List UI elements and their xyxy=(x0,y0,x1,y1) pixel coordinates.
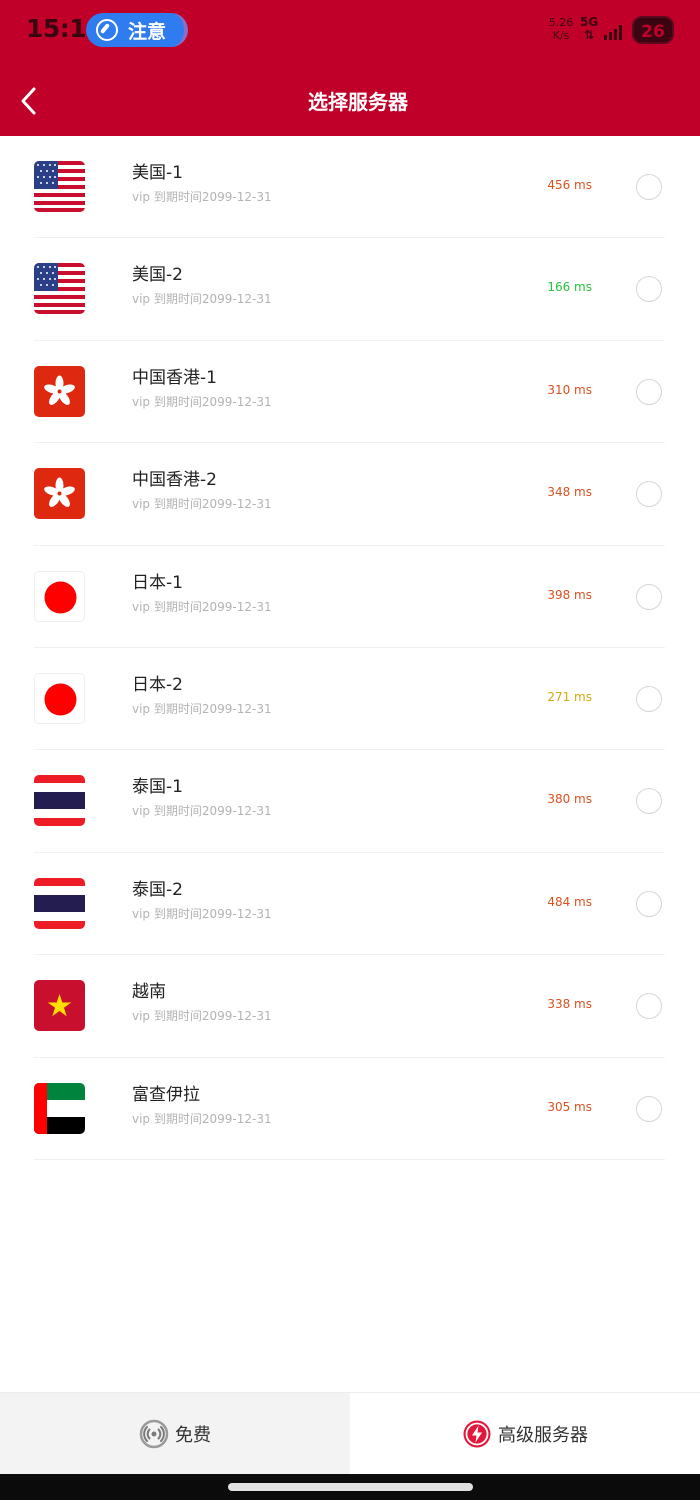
server-name: 富查伊拉 xyxy=(132,1084,200,1105)
hk-flag-icon xyxy=(34,365,85,417)
home-indicator[interactable] xyxy=(228,1483,473,1491)
select-radio[interactable] xyxy=(636,174,662,200)
page-title: 选择服务器 xyxy=(308,90,408,114)
server-row-th-1[interactable]: 泰国-1 vip 到期时间2099-12-31 380 ms xyxy=(0,750,700,853)
tab-premium[interactable]: 高级服务器 xyxy=(350,1393,700,1474)
net-speed-unit: K/s xyxy=(552,29,570,42)
th-flag-icon xyxy=(34,775,85,827)
compass-icon xyxy=(96,19,118,41)
server-expiry: vip 到期时间2099-12-31 xyxy=(132,394,272,409)
us-flag-icon xyxy=(34,161,85,212)
select-radio[interactable] xyxy=(636,788,662,815)
latency-value: 338 ms xyxy=(547,997,592,1012)
server-name: 中国香港-1 xyxy=(132,367,217,388)
battery-icon: 26 xyxy=(632,16,674,44)
jp-flag-icon xyxy=(34,672,85,724)
ae-flag-icon xyxy=(34,1082,85,1134)
select-radio[interactable] xyxy=(636,276,662,303)
latency-value: 310 ms xyxy=(547,382,592,397)
latency-value: 305 ms xyxy=(547,1099,592,1114)
lightning-icon xyxy=(463,1420,491,1447)
select-radio[interactable] xyxy=(636,1095,662,1122)
server-list: 美国-1 vip 到期时间2099-12-31 456 ms 美国-2 vip … xyxy=(0,136,700,1160)
server-expiry: vip 到期时间2099-12-31 xyxy=(132,804,272,819)
signal-icon xyxy=(604,22,626,40)
select-radio[interactable] xyxy=(636,583,662,610)
latency-value: 271 ms xyxy=(547,689,592,704)
notice-pill[interactable]: 注意 xyxy=(86,13,188,47)
latency-value: 380 ms xyxy=(547,792,592,807)
tab-free[interactable]: 免费 xyxy=(0,1393,350,1474)
vn-flag-icon xyxy=(34,980,85,1032)
server-row-us-2[interactable]: 美国-2 vip 到期时间2099-12-31 166 ms xyxy=(0,238,700,341)
server-expiry: vip 到期时间2099-12-31 xyxy=(132,497,272,512)
server-row-jp-1[interactable]: 日本-1 vip 到期时间2099-12-31 398 ms xyxy=(0,546,700,648)
server-row-us-1[interactable]: 美国-1 vip 到期时间2099-12-31 456 ms xyxy=(0,136,700,239)
server-name: 美国-2 xyxy=(132,265,183,286)
server-row-fujairah[interactable]: 富查伊拉 vip 到期时间2099-12-31 305 ms xyxy=(0,1058,700,1160)
hk-flag-icon xyxy=(34,468,85,520)
select-radio[interactable] xyxy=(636,993,662,1020)
server-expiry: vip 到期时间2099-12-31 xyxy=(132,292,272,307)
network-indicator: 5G ⇅ xyxy=(580,16,598,42)
latency-value: 484 ms xyxy=(547,894,592,909)
th-flag-icon xyxy=(34,877,85,929)
select-radio[interactable] xyxy=(636,481,662,508)
server-name: 泰国-2 xyxy=(132,879,183,900)
server-row-th-2[interactable]: 泰国-2 vip 到期时间2099-12-31 484 ms xyxy=(0,853,700,956)
net-speed-value: 5.26 xyxy=(548,16,574,29)
server-expiry: vip 到期时间2099-12-31 xyxy=(132,1009,272,1024)
divider xyxy=(34,1158,665,1160)
server-name: 日本-1 xyxy=(132,572,183,593)
latency-value: 166 ms xyxy=(547,280,592,295)
server-row-vn[interactable]: 越南 vip 到期时间2099-12-31 338 ms xyxy=(0,955,700,1058)
latency-value: 398 ms xyxy=(547,587,592,602)
server-name: 中国香港-2 xyxy=(132,470,217,491)
tab-premium-label: 高级服务器 xyxy=(498,1424,588,1446)
broadcast-icon xyxy=(139,1419,169,1448)
status-bar: 15:16 注意 5.26 K/s 5G ⇅ 26 xyxy=(0,0,700,60)
select-radio[interactable] xyxy=(636,685,662,712)
server-name: 越南 xyxy=(132,982,166,1003)
us-flag-icon xyxy=(34,263,85,315)
server-expiry: vip 到期时间2099-12-31 xyxy=(132,190,272,204)
net-speed: 5.26 K/s xyxy=(548,16,574,42)
server-row-hk-1[interactable]: 中国香港-1 vip 到期时间2099-12-31 310 ms xyxy=(0,341,700,444)
select-radio[interactable] xyxy=(636,378,662,405)
tab-free-label: 免费 xyxy=(175,1424,211,1446)
server-expiry: vip 到期时间2099-12-31 xyxy=(132,1111,272,1126)
server-name: 美国-1 xyxy=(132,163,183,183)
latency-value: 348 ms xyxy=(547,485,592,500)
latency-value: 456 ms xyxy=(547,178,592,192)
server-name: 泰国-1 xyxy=(132,777,183,798)
bottom-tab-bar: 免费 高级服务器 xyxy=(0,1392,700,1474)
server-row-jp-2[interactable]: 日本-2 vip 到期时间2099-12-31 271 ms xyxy=(0,648,700,751)
server-expiry: vip 到期时间2099-12-31 xyxy=(132,906,272,921)
server-name: 日本-2 xyxy=(132,674,183,695)
server-expiry: vip 到期时间2099-12-31 xyxy=(132,599,272,614)
app-header: 15:16 注意 5.26 K/s 5G ⇅ 26 选择服务器 xyxy=(0,0,700,136)
server-row-hk-2[interactable]: 中国香港-2 vip 到期时间2099-12-31 348 ms xyxy=(0,443,700,546)
server-expiry: vip 到期时间2099-12-31 xyxy=(132,701,272,716)
notice-label: 注意 xyxy=(128,20,167,43)
updown-arrows-icon: ⇅ xyxy=(584,28,595,42)
jp-flag-icon xyxy=(34,570,85,622)
select-radio[interactable] xyxy=(636,890,662,917)
